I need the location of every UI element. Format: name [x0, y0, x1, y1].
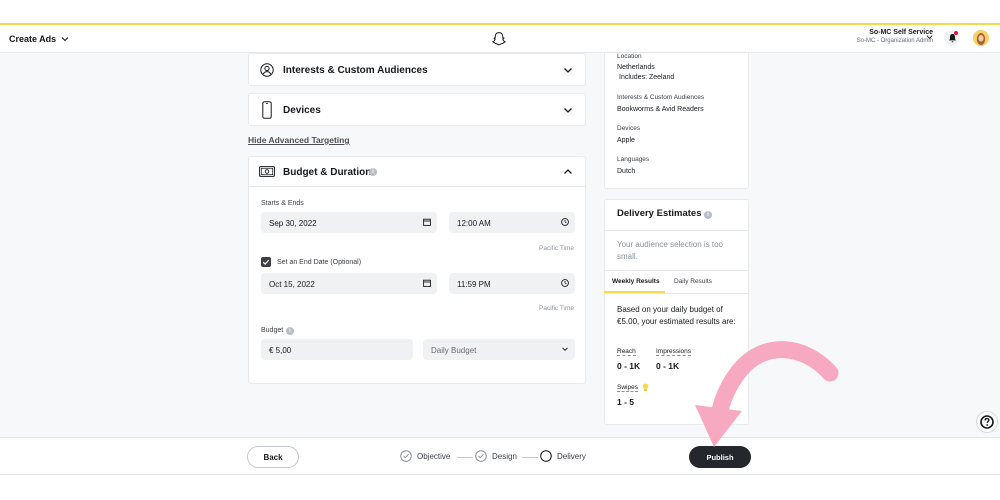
phone-icon	[262, 101, 272, 119]
start-date-value: Sep 30, 2022	[269, 219, 317, 228]
clock-icon	[561, 279, 569, 287]
budget-title: Budget & Duration	[283, 167, 372, 178]
help-question-icon[interactable]	[976, 411, 998, 433]
footer-bar: Back Objective Design Delivery Publish	[0, 437, 1000, 475]
check-circle-icon	[400, 450, 412, 462]
impressions-value: 0 - 1K	[656, 361, 680, 371]
tab-baseline	[604, 293, 749, 294]
end-date-label: Set an End Date (Optional)	[277, 259, 362, 266]
notification-dot	[954, 31, 958, 35]
step-connector	[457, 457, 473, 458]
interests-title: Interests & Custom Audiences	[283, 65, 428, 76]
card-divider	[249, 186, 585, 187]
step-objective-label: Objective	[417, 451, 451, 461]
audience-person-icon	[260, 63, 274, 77]
end-date-value: Oct 15, 2022	[269, 280, 315, 289]
summary-location-includes: Includes: Zeeland	[619, 74, 675, 81]
delivery-estimate-text: Based on your daily budget of €5.00, you…	[617, 305, 736, 326]
back-button[interactable]: Back	[247, 446, 299, 468]
summary-location-value: Netherlands	[617, 64, 655, 71]
reach-heading: Reach	[617, 348, 636, 356]
money-icon	[259, 166, 275, 177]
audience-too-small-note: Your audience selection is too small.	[617, 240, 723, 261]
empty-circle-icon	[540, 450, 552, 462]
chevron-up-icon[interactable]	[562, 166, 574, 178]
clock-icon	[561, 218, 569, 226]
user-avatar[interactable]	[973, 30, 989, 46]
main-content: Interests & Custom Audiences Devices Hid…	[0, 53, 1000, 437]
budget-label: Budget	[261, 327, 284, 334]
starts-ends-label: Starts & Ends	[261, 200, 304, 207]
end-date-field[interactable]: Oct 15, 2022	[261, 273, 437, 294]
summary-languages-value: Dutch	[617, 168, 636, 175]
account-role: So-MC - Organization Admin	[856, 38, 933, 44]
step-design[interactable]: Design	[475, 450, 517, 462]
step-delivery[interactable]: Delivery	[540, 450, 586, 462]
create-ads-label: Create Ads	[9, 34, 57, 44]
chevron-down-icon	[562, 347, 568, 352]
delivery-divider	[604, 230, 749, 231]
step-design-label: Design	[492, 451, 517, 461]
swipes-value: 1 - 5	[617, 397, 635, 407]
snapchat-ghost-icon[interactable]	[491, 31, 507, 47]
top-bar: Create Ads So-MC Self Service So-MC - Or…	[0, 25, 1000, 53]
step-connector	[522, 457, 538, 458]
start-date-field[interactable]: Sep 30, 2022	[261, 212, 437, 233]
checkmark-icon	[262, 259, 270, 266]
hide-advanced-targeting-link[interactable]: Hide Advanced Targeting	[248, 135, 350, 145]
notifications-bell-icon[interactable]	[944, 30, 960, 46]
summary-location-heading: Location	[617, 53, 642, 60]
tab-daily-results[interactable]: Daily Results	[674, 278, 712, 285]
info-icon[interactable]: i	[704, 211, 712, 219]
impressions-heading: Impressions	[656, 348, 692, 356]
budget-type-select[interactable]: Daily Budget	[423, 339, 575, 360]
end-time-field[interactable]: 11:59 PM	[449, 273, 575, 294]
check-circle-icon	[475, 450, 487, 462]
devices-title: Devices	[283, 105, 321, 116]
create-ads-menu[interactable]: Create Ads	[9, 34, 69, 44]
chevron-down-icon	[61, 37, 69, 42]
summary-devices-value: Apple	[617, 137, 635, 144]
calendar-icon	[423, 218, 431, 226]
budget-amount-field[interactable]: € 5,00	[261, 339, 413, 360]
chevron-down-icon[interactable]	[562, 104, 574, 116]
info-icon[interactable]: i	[286, 327, 294, 335]
info-icon[interactable]: i	[369, 168, 377, 176]
summary-interests-value: Bookworms & Avid Readers	[617, 106, 704, 113]
account-name: So-MC Self Service	[869, 29, 933, 36]
calendar-icon	[423, 279, 431, 287]
budget-type-value: Daily Budget	[431, 346, 477, 355]
budget-amount-value: € 5,00	[269, 346, 292, 355]
delivery-divider	[604, 270, 749, 271]
account-chevron-down-icon[interactable]	[926, 34, 933, 40]
end-date-checkbox[interactable]	[261, 257, 271, 267]
start-timezone: Pacific Time	[539, 245, 575, 252]
devices-card[interactable]: Devices	[248, 93, 586, 126]
account-switcher[interactable]: So-MC Self Service So-MC - Organization …	[857, 29, 933, 44]
interests-card[interactable]: Interests & Custom Audiences	[248, 53, 586, 86]
tab-weekly-results[interactable]: Weekly Results	[612, 278, 660, 285]
lightbulb-icon	[642, 383, 649, 392]
summary-languages-heading: Languages	[617, 156, 650, 163]
active-tab-underline	[604, 291, 665, 293]
summary-interests-heading: Interests & Custom Audiences	[617, 94, 705, 101]
reach-value: 0 - 1K	[617, 361, 641, 371]
delivery-estimates-title: Delivery Estimates	[617, 208, 702, 219]
budget-duration-card: Budget & Duration i Starts & Ends Sep 30…	[248, 156, 586, 384]
chevron-down-icon[interactable]	[562, 64, 574, 76]
start-time-value: 12:00 AM	[457, 219, 491, 228]
end-timezone: Pacific Time	[539, 305, 575, 312]
summary-devices-heading: Devices	[617, 125, 641, 132]
swipes-heading: Swipes	[617, 384, 638, 392]
end-time-value: 11:59 PM	[457, 280, 491, 289]
publish-button[interactable]: Publish	[689, 446, 751, 468]
step-objective[interactable]: Objective	[400, 450, 450, 462]
step-delivery-label: Delivery	[557, 451, 586, 461]
start-time-field[interactable]: 12:00 AM	[449, 212, 575, 233]
